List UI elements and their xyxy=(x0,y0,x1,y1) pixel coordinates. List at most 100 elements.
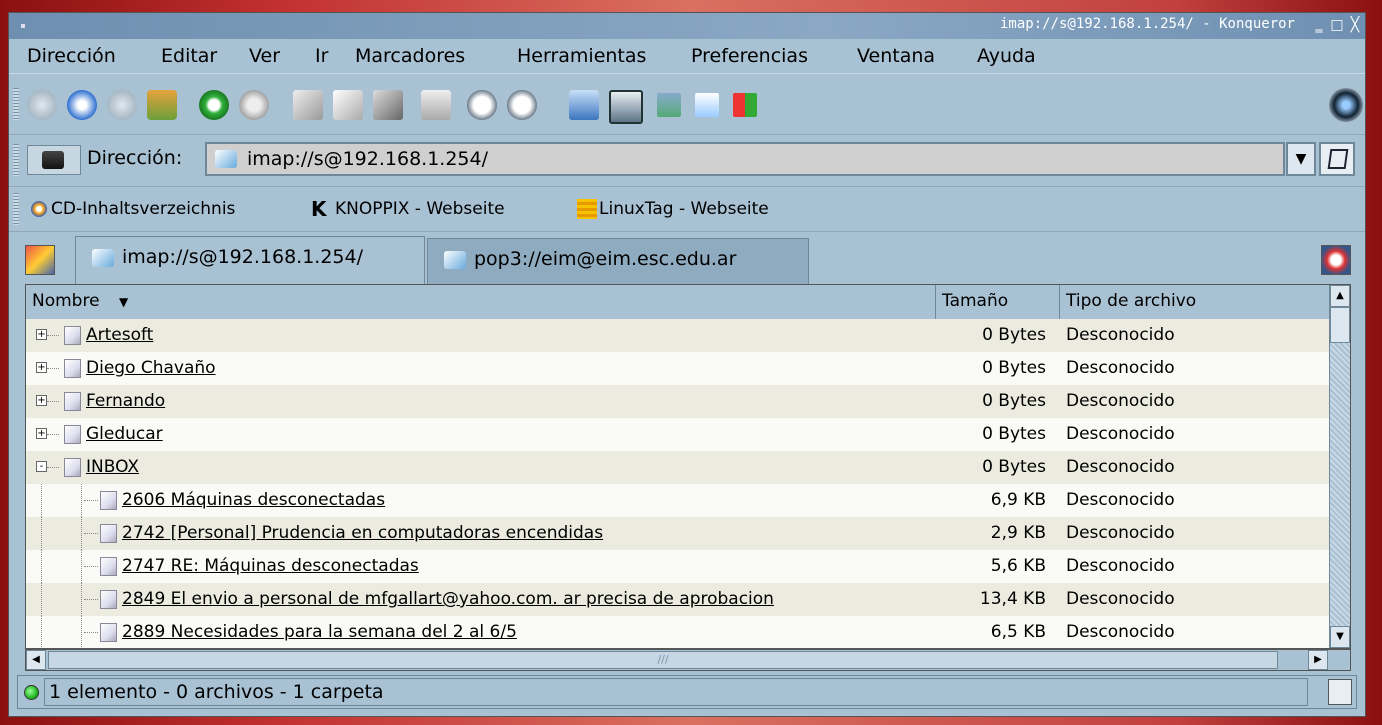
print-icon[interactable] xyxy=(421,90,451,120)
forward-icon[interactable] xyxy=(107,90,137,120)
menu-direccion[interactable]: Dirección xyxy=(27,45,116,67)
list-item[interactable]: 2606 Máquinas desconectadas 6,9 KB Descon… xyxy=(26,484,1332,517)
close-icon[interactable]: ╳ xyxy=(1347,17,1363,33)
item-size: 2,9 KB xyxy=(990,523,1046,543)
minimize-icon[interactable]: ‗ xyxy=(1311,17,1327,33)
menu-ventana[interactable]: Ventana xyxy=(857,45,935,67)
list-item[interactable]: + Gleducar 0 Bytes Desconocido xyxy=(26,418,1332,451)
maximize-icon[interactable]: □ xyxy=(1329,17,1345,33)
link-view-checkbox[interactable] xyxy=(1328,679,1352,705)
file-list-view[interactable]: Nombre ▼ Tamaño Tipo de archivo + Artesof… xyxy=(25,284,1351,649)
main-toolbar xyxy=(9,73,1365,135)
expand-icon[interactable]: + xyxy=(36,428,47,439)
home-icon[interactable] xyxy=(147,90,177,120)
stop-icon[interactable] xyxy=(239,90,269,120)
tree-connector xyxy=(84,599,98,600)
bookmark-knoppix[interactable]: KNOPPIX - Webseite xyxy=(335,199,505,219)
menu-herramientas[interactable]: Herramientas xyxy=(517,45,646,67)
new-tab-button[interactable] xyxy=(25,245,55,275)
list-item[interactable]: + Artesoft 0 Bytes Desconocido xyxy=(26,319,1332,352)
list-item[interactable]: 2747 RE: Máquinas desconectadas 5,6 KB De… xyxy=(26,550,1332,583)
toolbar-grip[interactable] xyxy=(13,88,19,120)
item-size: 0 Bytes xyxy=(982,457,1046,477)
activity-globe-icon xyxy=(1329,88,1363,122)
list-item[interactable]: 2889 Necesidades para la semana del 2 al… xyxy=(26,616,1332,648)
list-item[interactable]: 2742 [Personal] Prudencia en computadora… xyxy=(26,517,1332,550)
item-name[interactable]: 2889 Necesidades para la semana del 2 al… xyxy=(122,616,517,648)
folder-icon xyxy=(64,359,81,378)
tree-connector xyxy=(84,533,98,534)
item-name[interactable]: INBOX xyxy=(86,451,139,484)
up-icon[interactable] xyxy=(27,90,57,120)
scroll-right-button[interactable]: ▶ xyxy=(1308,650,1328,670)
tree-line xyxy=(41,616,42,648)
item-name[interactable]: Artesoft xyxy=(86,319,153,352)
item-name[interactable]: 2747 RE: Máquinas desconectadas xyxy=(122,550,419,583)
cd-icon xyxy=(31,201,47,217)
item-name[interactable]: 2606 Máquinas desconectadas xyxy=(122,484,385,517)
location-dropdown-button[interactable]: ▼ xyxy=(1286,142,1316,176)
back-icon[interactable] xyxy=(67,90,97,120)
item-name[interactable]: 2742 [Personal] Prudencia en computadora… xyxy=(122,517,603,550)
bookmark-cd-inhalt[interactable]: CD-Inhaltsverzeichnis xyxy=(51,199,235,219)
list-item[interactable]: 2849 El envio a personal de mfgallart@ya… xyxy=(26,583,1332,616)
tree-connector xyxy=(47,368,59,369)
paste-icon[interactable] xyxy=(373,90,403,120)
tab-imap[interactable]: imap://s@192.168.1.254/ xyxy=(75,236,425,284)
menu-ir[interactable]: Ir xyxy=(315,45,328,67)
location-grip[interactable] xyxy=(13,144,19,176)
menu-ver[interactable]: Ver xyxy=(249,45,280,67)
scroll-up-button[interactable]: ▲ xyxy=(1330,285,1350,307)
tab-pop3[interactable]: pop3://eim@eim.esc.edu.ar xyxy=(427,238,809,284)
icon-view-icon[interactable] xyxy=(569,90,599,120)
column-size-header[interactable]: Tamaño xyxy=(936,285,1060,319)
title-bar[interactable]: imap://s@192.168.1.254/ - Konqueror ‗ □ … xyxy=(9,13,1365,39)
zoom-out-icon[interactable] xyxy=(507,90,537,120)
horizontal-scroll-thumb[interactable]: /// xyxy=(48,651,1278,669)
item-size: 5,6 KB xyxy=(990,556,1046,576)
expand-icon[interactable]: + xyxy=(36,329,47,340)
item-name[interactable]: Gleducar xyxy=(86,418,163,451)
item-name[interactable]: 2849 El envio a personal de mfgallart@ya… xyxy=(122,583,774,616)
vertical-scroll-thumb[interactable] xyxy=(1330,307,1350,343)
tree-connector xyxy=(84,500,98,501)
menu-marcadores[interactable]: Marcadores xyxy=(355,45,465,67)
expand-icon[interactable]: + xyxy=(36,395,47,406)
collapse-icon[interactable]: - xyxy=(36,461,47,472)
status-bar: 1 elemento - 0 archivos - 1 carpeta xyxy=(17,675,1357,709)
cut-icon[interactable] xyxy=(293,90,323,120)
folder-icon xyxy=(64,392,81,411)
zoom-in-icon[interactable] xyxy=(467,90,497,120)
menu-preferencias[interactable]: Preferencias xyxy=(691,45,808,67)
item-type: Desconocido xyxy=(1066,358,1175,378)
bookmarks-grip[interactable] xyxy=(13,193,19,225)
status-led-icon xyxy=(24,685,39,700)
image-gallery-icon[interactable] xyxy=(657,93,681,117)
clear-location-button[interactable] xyxy=(27,145,81,175)
column-name-header[interactable]: Nombre ▼ xyxy=(26,285,936,319)
detail-view-icon[interactable] xyxy=(609,90,643,124)
close-tab-button[interactable] xyxy=(1321,245,1351,275)
tree-connector xyxy=(47,335,59,336)
item-name[interactable]: Diego Chavaño xyxy=(86,352,216,385)
vertical-scrollbar[interactable]: ▲ ▼ xyxy=(1329,285,1350,648)
list-item[interactable]: + Diego Chavaño 0 Bytes Desconocido xyxy=(26,352,1332,385)
search-icon[interactable] xyxy=(695,93,719,117)
column-type-header[interactable]: Tipo de archivo xyxy=(1060,285,1336,319)
reload-icon[interactable] xyxy=(199,90,229,120)
copy-icon[interactable] xyxy=(333,90,363,120)
list-item[interactable]: + Fernando 0 Bytes Desconocido xyxy=(26,385,1332,418)
expand-icon[interactable]: + xyxy=(36,362,47,373)
menu-editar[interactable]: Editar xyxy=(161,45,217,67)
scroll-left-button[interactable]: ◀ xyxy=(26,650,46,670)
menu-ayuda[interactable]: Ayuda xyxy=(977,45,1036,67)
list-item[interactable]: - INBOX 0 Bytes Desconocido xyxy=(26,451,1332,484)
location-input[interactable]: imap://s@192.168.1.254/ xyxy=(205,142,1285,176)
item-name[interactable]: Fernando xyxy=(86,385,165,418)
horizontal-scrollbar[interactable]: ◀ /// ▶ xyxy=(25,649,1351,671)
bookmark-linuxtag[interactable]: LinuxTag - Webseite xyxy=(599,199,769,219)
tile-view-icon[interactable] xyxy=(733,93,757,117)
window-menu-icon[interactable] xyxy=(21,24,25,28)
scroll-down-button[interactable]: ▼ xyxy=(1330,626,1350,648)
go-button[interactable] xyxy=(1319,142,1355,176)
